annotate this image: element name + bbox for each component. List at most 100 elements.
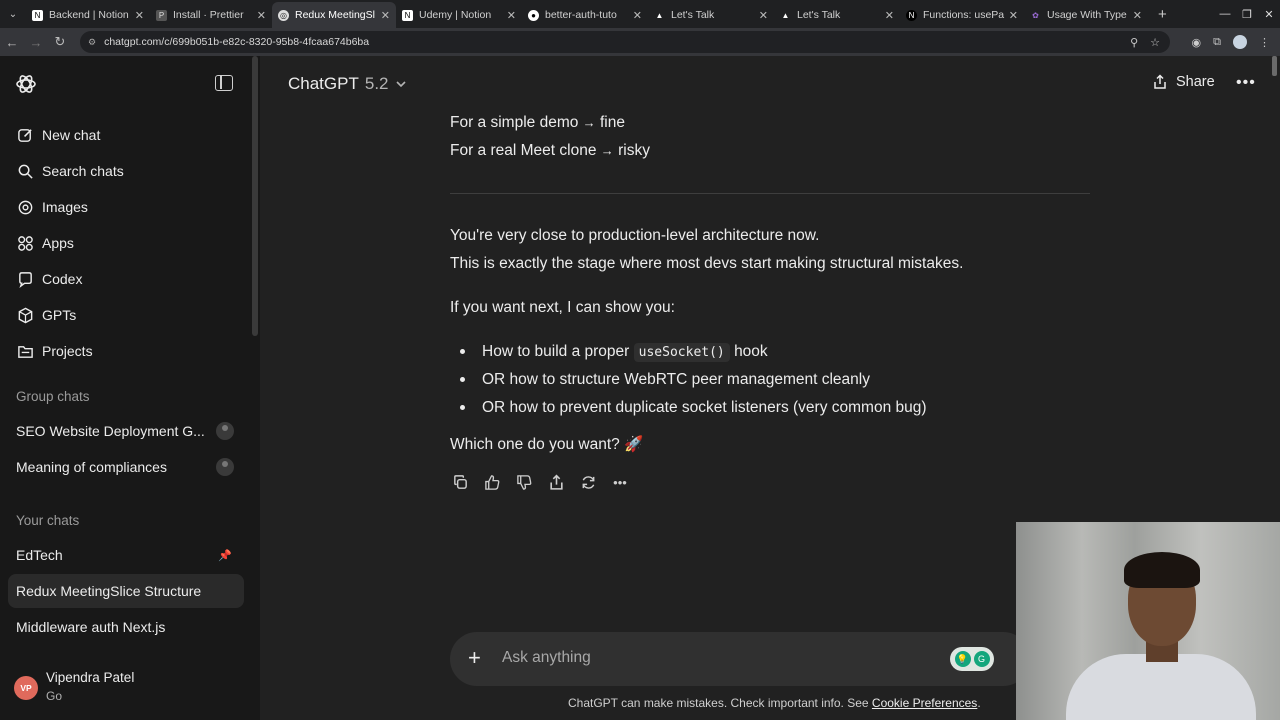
openai-logo-icon[interactable] — [14, 72, 38, 96]
browser-tab[interactable]: N Functions: usePa ✕ — [900, 2, 1024, 28]
edit-icon — [16, 126, 34, 144]
chat-item[interactable]: Middleware auth Next.js — [8, 610, 244, 644]
grammarly-icon[interactable]: 💡 G — [950, 647, 994, 671]
message-paragraph: You're very close to production-level ar… — [450, 227, 820, 244]
close-icon[interactable]: ✕ — [507, 9, 516, 22]
more-options-icon[interactable]: ••• — [1236, 74, 1256, 92]
search-icon — [16, 162, 34, 180]
toolbar-right: ◉ ⧉ ⋮ — [1192, 28, 1270, 56]
browser-tab[interactable]: ✿ Usage With Type ✕ — [1024, 2, 1148, 28]
regenerate-icon[interactable] — [578, 472, 598, 492]
webcam-overlay — [1016, 522, 1280, 720]
extension-icon[interactable]: ◉ — [1192, 36, 1202, 49]
forward-icon[interactable]: → — [24, 35, 48, 50]
message-line: For a simple demo → fine — [450, 114, 625, 131]
chat-item[interactable]: EdTech 📌 — [8, 538, 244, 572]
reload-icon[interactable]: ↻ — [48, 34, 72, 50]
model-version: 5.2 — [364, 74, 389, 93]
group-chat-item[interactable]: SEO Website Deployment G... — [8, 414, 244, 448]
browser-tab[interactable]: ▲ Let's Talk ✕ — [774, 2, 900, 28]
notion-icon: N — [402, 9, 413, 21]
close-icon[interactable]: ✕ — [1009, 9, 1018, 22]
disclaimer: ChatGPT can make mistakes. Check importa… — [568, 696, 981, 710]
chatgpt-icon: ◎ — [278, 9, 289, 21]
group-avatar-icon — [216, 458, 234, 476]
user-profile[interactable]: VP Vipendra Patel Go — [0, 664, 260, 720]
close-icon[interactable]: ✕ — [633, 9, 642, 22]
extensions-puzzle-icon[interactable]: ⧉ — [1213, 36, 1221, 49]
gpts-button[interactable]: GPTs — [8, 298, 244, 332]
bullet-dot — [460, 377, 465, 382]
close-icon[interactable]: ✕ — [257, 9, 266, 22]
gpts-icon — [16, 306, 34, 324]
close-icon[interactable]: ✕ — [135, 9, 144, 22]
list-item: How to build a proper useSocket() hook — [482, 343, 768, 362]
message-paragraph: This is exactly the stage where most dev… — [450, 255, 964, 272]
prettier-icon: P — [156, 9, 167, 21]
images-button[interactable]: Images — [8, 190, 244, 224]
profile-avatar[interactable] — [1233, 35, 1247, 49]
prompt-input[interactable]: Ask anything — [502, 649, 591, 667]
restore-icon[interactable]: ❐ — [1236, 8, 1258, 21]
address-bar[interactable]: ⚙ chatgpt.com/c/699b051b-e82c-8320-95b8-… — [80, 31, 1170, 53]
zoom-icon[interactable]: ⚲ — [1130, 36, 1138, 49]
browser-tab[interactable]: ● better-auth-tuto ✕ — [522, 2, 648, 28]
close-icon[interactable]: ✕ — [1133, 9, 1142, 22]
grammarly-bulb-icon: 💡 — [954, 651, 971, 667]
copy-icon[interactable] — [450, 472, 470, 492]
browser-tab-active[interactable]: ◎ Redux MeetingSl ✕ — [272, 2, 396, 28]
close-icon[interactable]: ✕ — [759, 9, 768, 22]
close-window-icon[interactable]: ✕ — [1258, 8, 1280, 21]
share-button[interactable]: Share — [1152, 74, 1215, 90]
toggle-sidebar-icon[interactable] — [215, 75, 233, 91]
bullet-dot — [460, 349, 465, 354]
cookie-preferences-link[interactable]: Cookie Preferences — [872, 696, 977, 710]
close-icon[interactable]: ✕ — [381, 9, 390, 22]
close-icon[interactable]: ✕ — [885, 9, 894, 22]
codex-icon — [16, 270, 34, 288]
new-tab-icon[interactable]: + — [1158, 6, 1167, 23]
apps-button[interactable]: Apps — [8, 226, 244, 260]
site-info-icon[interactable]: ⚙ — [88, 37, 96, 48]
list-item: OR how to prevent duplicate socket liste… — [482, 399, 927, 416]
list-item: OR how to structure WebRTC peer manageme… — [482, 371, 870, 388]
new-chat-button[interactable]: New chat — [8, 118, 244, 152]
divider — [450, 193, 1090, 194]
browser-tab[interactable]: P Install · Prettier ✕ — [150, 2, 272, 28]
chat-item-active[interactable]: Redux MeetingSlice Structure — [8, 574, 244, 608]
message-question: Which one do you want? 🚀 — [450, 436, 644, 453]
model-selector[interactable]: ChatGPT 5.2 — [288, 74, 407, 94]
group-chat-item[interactable]: Meaning of compliances — [8, 450, 244, 484]
your-chats-label: Your chats — [16, 513, 80, 528]
browser-tab[interactable]: N Backend | Notion ✕ — [26, 2, 150, 28]
browser-toolbar: ← → ↻ ⚙ chatgpt.com/c/699b051b-e82c-8320… — [0, 28, 1280, 56]
minimize-icon[interactable]: — — [1214, 8, 1236, 20]
user-plan: Go — [46, 689, 63, 703]
back-icon[interactable]: ← — [0, 35, 24, 50]
share-icon[interactable] — [546, 472, 566, 492]
folder-icon — [16, 342, 34, 360]
thumbs-up-icon[interactable] — [482, 472, 502, 492]
message-actions: ••• — [450, 472, 630, 492]
add-attachment-icon[interactable]: + — [468, 645, 481, 671]
vercel-icon: ▲ — [781, 10, 790, 20]
tab-search-icon[interactable]: ⌄ — [0, 0, 26, 28]
codex-button[interactable]: Codex — [8, 262, 244, 296]
message-paragraph: If you want next, I can show you: — [450, 299, 675, 316]
browser-menu-icon[interactable]: ⋮ — [1259, 36, 1270, 49]
projects-button[interactable]: Projects — [8, 334, 244, 368]
bookmark-star-icon[interactable]: ☆ — [1150, 36, 1160, 49]
browser-tab[interactable]: ▲ Let's Talk ✕ — [648, 2, 774, 28]
message-line: For a real Meet clone → risky — [450, 142, 650, 159]
thumbs-down-icon[interactable] — [514, 472, 534, 492]
composer[interactable]: + Ask anything 💡 G — [450, 632, 1030, 686]
browser-tab-bar: ⌄ N Backend | Notion ✕ P Install · Prett… — [0, 0, 1280, 28]
search-chats-button[interactable]: Search chats — [8, 154, 244, 188]
group-avatar-icon — [216, 422, 234, 440]
sidebar-scrollbar[interactable] — [252, 56, 258, 336]
browser-tab[interactable]: N Udemy | Notion ✕ — [396, 2, 522, 28]
notion-icon: N — [32, 9, 43, 21]
more-actions-icon[interactable]: ••• — [610, 472, 630, 492]
vercel-icon: ▲ — [655, 10, 664, 20]
model-name: ChatGPT — [288, 74, 359, 93]
